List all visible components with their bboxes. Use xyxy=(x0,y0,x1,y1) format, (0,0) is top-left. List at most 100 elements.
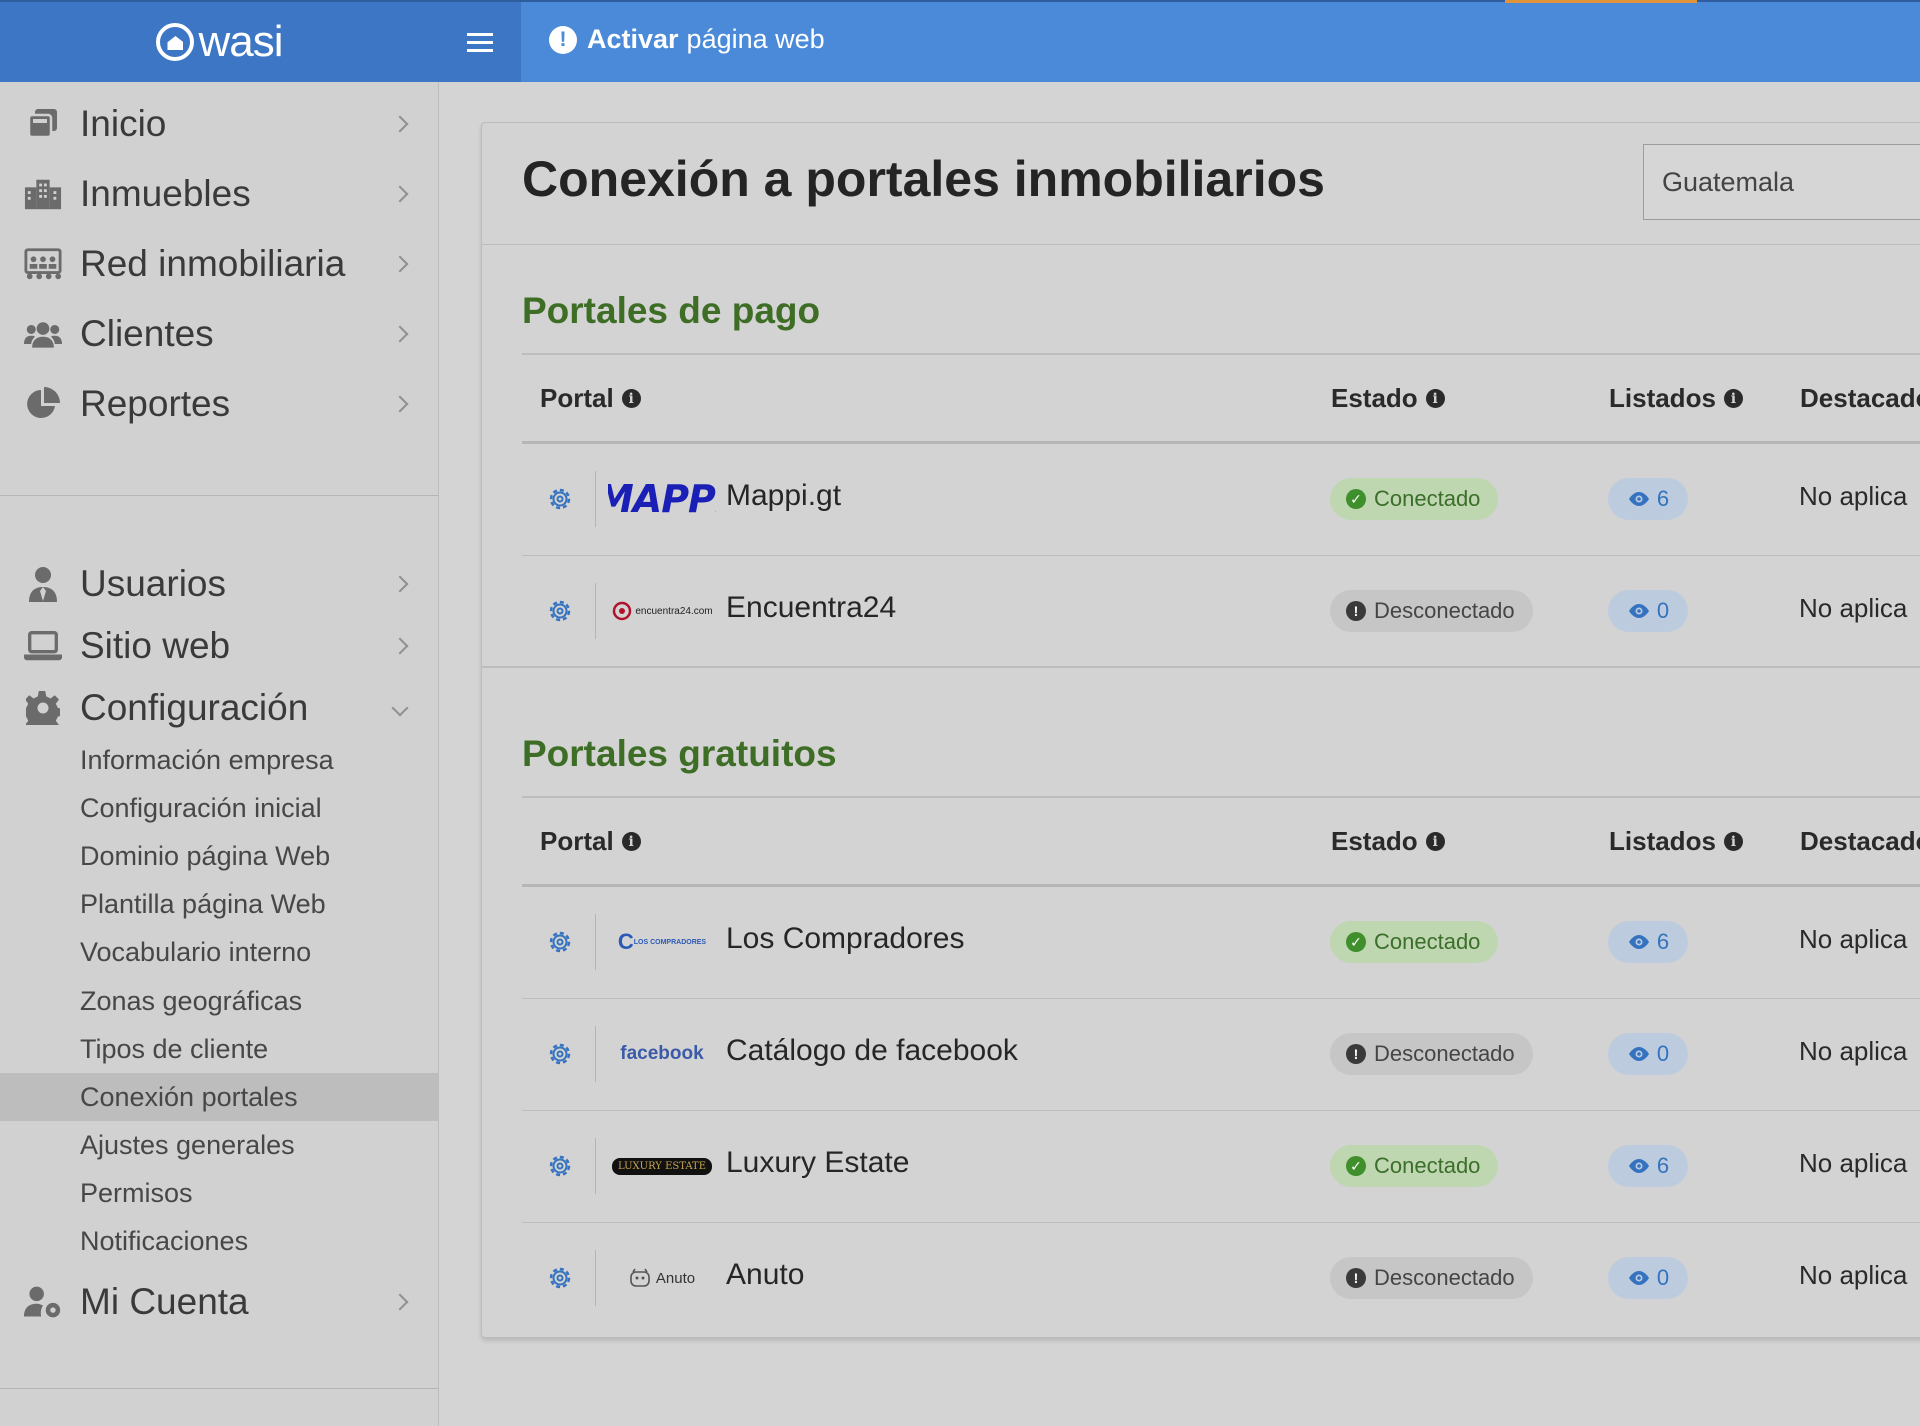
sidebar-item-label: Inicio xyxy=(80,103,167,144)
facebook-logo: facebook xyxy=(608,1032,716,1076)
portal-name: Anuto xyxy=(726,1258,805,1291)
sidebar-subitem-vocabulario-interno[interactable]: Vocabulario interno xyxy=(0,928,439,976)
sidebar-subitem-label: Plantilla página Web xyxy=(80,888,326,919)
info-icon[interactable]: i xyxy=(1723,389,1743,408)
listings-count-badge[interactable]: 6 xyxy=(1608,921,1688,963)
status-label: Conectado xyxy=(1374,1153,1481,1178)
sidebar-item-inicio[interactable]: Inicio xyxy=(0,94,439,154)
sidebar-subitem-label: Tipos de cliente xyxy=(80,1033,269,1064)
sidebar-item-label: Inmuebles xyxy=(80,173,251,214)
activate-website-link[interactable]: ! Activar página web xyxy=(549,24,825,55)
sidebar-item-label: Configuración xyxy=(80,687,309,728)
settings-gear-icon[interactable] xyxy=(546,1264,574,1292)
table-top-rule xyxy=(522,353,1920,355)
top-accent-line xyxy=(1505,0,1697,3)
sidebar-subitem-notificaciones[interactable]: Notificaciones xyxy=(0,1217,439,1265)
status-badge: ! Desconectado xyxy=(1330,590,1533,632)
info-icon[interactable]: i xyxy=(621,832,641,851)
eye-icon xyxy=(1628,935,1649,949)
luxury-estate-logo: LUXURY ESTATE xyxy=(608,1144,716,1188)
settings-gear-icon[interactable] xyxy=(546,1152,574,1180)
brand-logo[interactable]: wasi xyxy=(0,2,439,82)
status-badge: ✓ Conectado xyxy=(1330,478,1499,520)
target-icon xyxy=(613,601,632,621)
row-separator xyxy=(595,1250,596,1306)
country-select[interactable]: Guatemala xyxy=(1643,144,1920,220)
info-icon[interactable]: i xyxy=(1425,389,1445,408)
chevron-down-icon xyxy=(391,699,409,717)
sidebar-item-red-inmobiliaria[interactable]: Red inmobiliaria xyxy=(0,234,439,294)
listings-count-badge[interactable]: 0 xyxy=(1608,1257,1688,1299)
sidebar-subitem-label: Vocabulario interno xyxy=(80,936,312,967)
sidebar-item-label: Reportes xyxy=(80,383,231,424)
settings-gear-icon[interactable] xyxy=(546,928,574,956)
column-header-estado: Estado i xyxy=(1331,826,1445,857)
sidebar-item-label: Mi Cuenta xyxy=(80,1281,249,1322)
section-divider xyxy=(482,666,1920,668)
row-separator xyxy=(595,1138,596,1194)
luxury-estate-logo-text: LUXURY ESTATE xyxy=(612,1157,712,1175)
sidebar-subitem-dominio-pagina-web[interactable]: Dominio página Web xyxy=(0,832,439,880)
listings-count-badge[interactable]: 6 xyxy=(1608,478,1688,520)
brand-name: wasi xyxy=(198,17,283,66)
sidebar-item-inmuebles[interactable]: Inmuebles xyxy=(0,164,439,224)
info-icon[interactable]: i xyxy=(1723,832,1743,851)
status-label: Desconectado xyxy=(1374,598,1515,623)
info-icon[interactable]: i xyxy=(621,389,641,408)
status-badge: ! Desconectado xyxy=(1330,1033,1533,1075)
facebook-logo-text: facebook xyxy=(620,1043,704,1064)
los-compradores-logo: C LOS COMPRADORES xyxy=(608,920,716,964)
listings-count-badge[interactable]: 0 xyxy=(1608,590,1688,632)
sidebar-subitem-tipos-de-cliente[interactable]: Tipos de cliente xyxy=(0,1025,439,1073)
sidebar-subitem-plantilla-pagina-web[interactable]: Plantilla página Web xyxy=(0,880,439,928)
row-separator xyxy=(595,471,596,527)
table-row: C LOS COMPRADORES Los Compradores ✓ Conect… xyxy=(522,886,1920,998)
sidebar-divider xyxy=(0,1388,439,1389)
portal-name: Catálogo de facebook xyxy=(726,1034,1018,1067)
sidebar-subitem-configuracion-inicial[interactable]: Configuración inicial xyxy=(0,784,439,832)
sidebar-item-label: Red inmobiliaria xyxy=(80,243,346,284)
settings-gear-icon[interactable] xyxy=(546,1040,574,1068)
info-icon[interactable]: i xyxy=(1425,832,1445,851)
settings-gear-icon[interactable] xyxy=(546,597,574,625)
portal-name: Mappi.gt xyxy=(726,479,842,512)
row-separator xyxy=(595,583,596,639)
check-circle-icon: ✓ xyxy=(1346,1156,1366,1176)
sidebar-item-reportes[interactable]: Reportes xyxy=(0,374,439,434)
status-label: Desconectado xyxy=(1374,1265,1515,1290)
house-logo-icon xyxy=(156,23,195,61)
column-header-label: Portal xyxy=(540,826,614,856)
status-label: Desconectado xyxy=(1374,1041,1515,1066)
status-badge: ! Desconectado xyxy=(1330,1257,1533,1299)
sidebar-item-usuarios[interactable]: Usuarios xyxy=(0,554,439,614)
sidebar-subitem-zonas-geograficas[interactable]: Zonas geográficas xyxy=(0,977,439,1025)
user-gear-icon xyxy=(24,1283,62,1321)
activate-label: Activar xyxy=(587,24,679,54)
sidebar-subitem-informacion-empresa[interactable]: Información empresa xyxy=(0,736,439,784)
hamburger-menu-button[interactable] xyxy=(439,2,521,82)
mappi-logo-text: MAPPI xyxy=(608,477,716,521)
sidebar-subitem-conexion-portales[interactable]: Conexión portales xyxy=(0,1073,439,1121)
sidebar-subitem-ajustes-generales[interactable]: Ajustes generales xyxy=(0,1121,439,1169)
hamburger-icon xyxy=(467,40,493,44)
sidebar-subitem-label: Dominio página Web xyxy=(80,840,331,871)
listings-count-badge[interactable]: 6 xyxy=(1608,1145,1688,1187)
listings-count: 6 xyxy=(1656,486,1670,511)
listings-count-badge[interactable]: 0 xyxy=(1608,1033,1688,1075)
sidebar-subitem-permisos[interactable]: Permisos xyxy=(0,1169,439,1217)
featured-value: No aplica xyxy=(1799,481,1908,511)
sidebar-subitem-label: Configuración inicial xyxy=(80,792,322,823)
settings-gear-icon[interactable] xyxy=(546,485,574,513)
los-compradores-logo-text: LOS COMPRADORES xyxy=(633,938,707,946)
featured-value: No aplica xyxy=(1799,1260,1908,1290)
status-label: Conectado xyxy=(1374,486,1481,511)
sidebar-item-configuracion[interactable]: Configuración xyxy=(0,678,439,738)
sidebar-item-sitio-web[interactable]: Sitio web xyxy=(0,616,439,676)
column-header-estado: Estado i xyxy=(1331,383,1445,414)
portal-name: Luxury Estate xyxy=(726,1146,910,1179)
mappi-logo: MAPPI xyxy=(608,477,716,521)
sidebar-item-label: Sitio web xyxy=(80,625,231,666)
sidebar-item-mi-cuenta[interactable]: Mi Cuenta xyxy=(0,1272,439,1332)
eye-icon xyxy=(1628,492,1649,506)
sidebar-item-clientes[interactable]: Clientes xyxy=(0,304,439,364)
